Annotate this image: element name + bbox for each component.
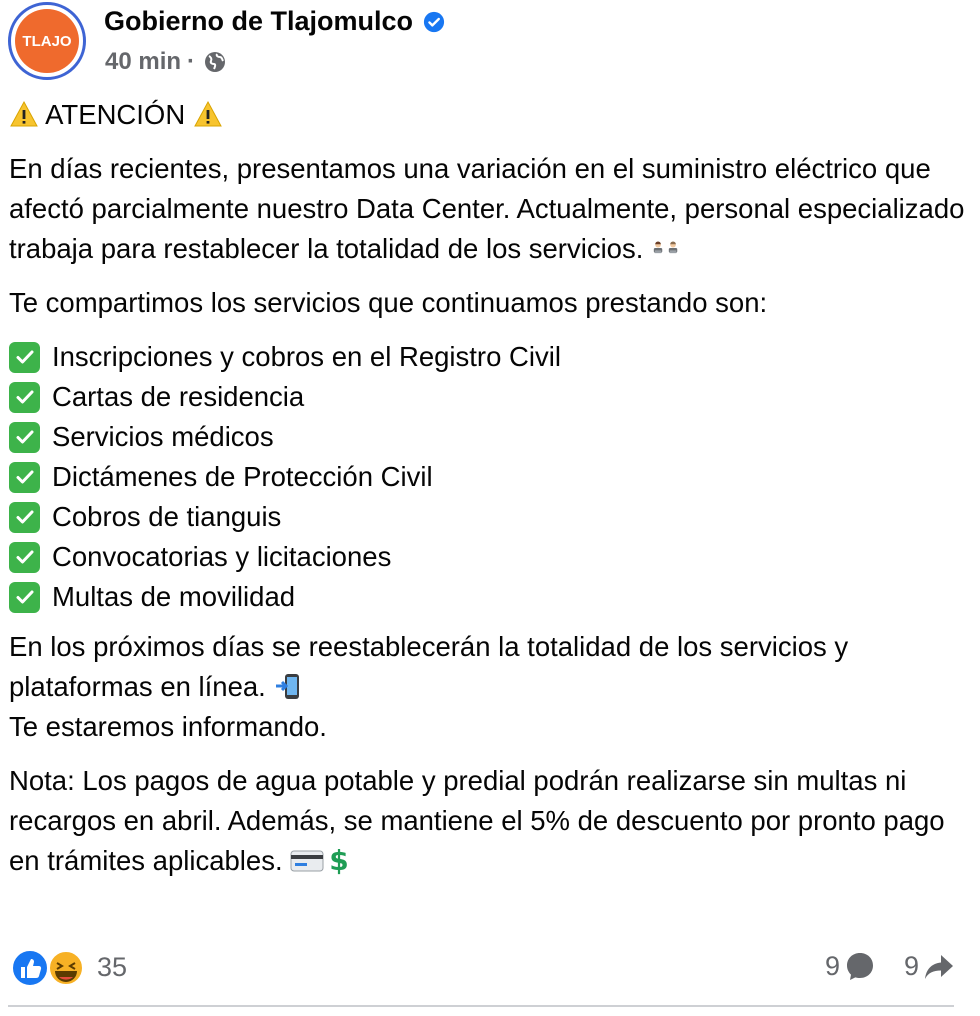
services-list: Inscripciones y cobros en el Registro Ci… [9, 337, 974, 617]
footer-divider [8, 1005, 954, 1007]
warning-icon [10, 100, 38, 127]
globe-icon[interactable] [203, 50, 227, 74]
avatar-logo: TLAJO [15, 9, 79, 73]
service-label: Cobros de tianguis [52, 501, 282, 532]
service-label: Multas de movilidad [52, 581, 296, 612]
list-item: Inscripciones y cobros en el Registro Ci… [9, 337, 974, 377]
credit-card-icon [290, 850, 324, 872]
paragraph-1-text: En días recientes, presentamos una varia… [9, 153, 965, 264]
shares-count: 9 [903, 950, 919, 981]
reactions-count[interactable]: 35 [97, 952, 127, 983]
list-item: Cobros de tianguis [9, 497, 974, 537]
list-item: Dictámenes de Protección Civil [9, 457, 974, 497]
post-paragraph-4: Nota: Los pagos de agua potable y predia… [9, 761, 974, 881]
service-label: Inscripciones y cobros en el Registro Ci… [52, 341, 561, 372]
post-footer: 35 9 9 [10, 944, 955, 994]
service-label: Servicios médicos [52, 421, 274, 452]
service-label: Convocatorias y licitaciones [52, 541, 392, 572]
comments-stat[interactable]: 9 [825, 950, 876, 982]
paragraph-4-text: Nota: Los pagos de agua potable y predia… [9, 765, 945, 876]
like-icon [11, 949, 49, 987]
service-label: Cartas de residencia [52, 381, 305, 412]
page-avatar[interactable]: TLAJO [8, 2, 86, 80]
post-meta: 40 min · [105, 48, 227, 76]
comment-icon [846, 953, 873, 980]
check-icon [9, 501, 40, 533]
people-working-icon [653, 241, 678, 254]
verified-badge-icon [423, 11, 445, 32]
dollar-icon: $ [330, 845, 349, 875]
svg-text:$: $ [330, 845, 349, 875]
check-icon [9, 381, 40, 413]
post-header: TLAJO Gobierno de Tlajomulco 40 min · [8, 2, 968, 84]
list-item: Convocatorias y licitaciones [9, 537, 974, 577]
shares-stat[interactable]: 9 [904, 950, 955, 982]
post-heading-line: ATENCIÓN [9, 95, 974, 135]
phone-arrow-icon [276, 674, 300, 699]
post-paragraph-3: En los próximos días se reestablecerán l… [9, 627, 974, 747]
check-icon [9, 341, 40, 373]
list-item: Cartas de residencia [9, 377, 974, 417]
post-timestamp[interactable]: 40 min [105, 48, 181, 76]
list-item: Servicios médicos [9, 417, 974, 457]
post-paragraph-2: Te compartimos los servicios que continu… [9, 287, 768, 318]
paragraph-3-line-2: Te estaremos informando. [9, 711, 327, 742]
post-heading: ATENCIÓN [45, 99, 186, 130]
list-item: Multas de movilidad [9, 577, 974, 617]
check-icon [9, 581, 40, 613]
post-body: ATENCIÓN En días recientes, presentamos … [9, 95, 974, 895]
haha-icon [48, 950, 84, 986]
service-label: Dictámenes de Protección Civil [52, 461, 433, 492]
check-icon [9, 461, 40, 493]
post-paragraph-1: En días recientes, presentamos una varia… [9, 149, 974, 269]
share-icon [925, 955, 953, 979]
check-icon [9, 421, 40, 453]
meta-separator: · [187, 48, 196, 75]
comments-count: 9 [824, 950, 840, 981]
engagement-stats: 9 9 [805, 950, 955, 982]
check-icon [9, 541, 40, 573]
paragraph-3-line-1: En los próximos días se reestablecerán l… [9, 631, 849, 702]
page-name-row: Gobierno de Tlajomulco [104, 6, 445, 37]
page-name-link[interactable]: Gobierno de Tlajomulco [104, 6, 413, 37]
warning-icon [193, 100, 222, 127]
reactions-icons[interactable] [10, 948, 90, 988]
